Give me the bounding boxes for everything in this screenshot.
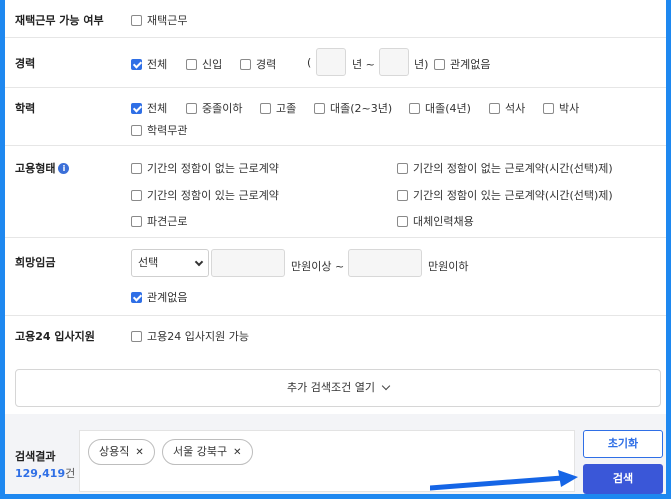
checkbox-checked-icon[interactable]: [131, 291, 142, 303]
employment-option-permanent-parttime[interactable]: 기간의 정함이 없는 근로계약(시간(선택)제): [397, 160, 613, 176]
career-year-from-suffix: 년 ~: [352, 58, 375, 71]
pointer-arrow-icon: [430, 470, 578, 491]
salary-label: 희망임금: [15, 256, 56, 269]
education-option-all[interactable]: 전체: [131, 100, 167, 116]
search-filter-panel: 재택근무 가능 여부 재택근무 경력 전체 신입 경력 ( 년 ~ 년) 관계없…: [5, 0, 666, 494]
employment-option-contract-parttime[interactable]: 기간의 정함이 있는 근로계약(시간(선택)제): [397, 187, 613, 203]
filter-chip[interactable]: 서울 강북구 ✕: [162, 439, 253, 465]
checkbox-icon[interactable]: [131, 162, 142, 174]
salary-select[interactable]: 선택: [131, 249, 209, 277]
checkbox-icon[interactable]: [131, 330, 142, 342]
checkbox-icon[interactable]: [397, 189, 408, 201]
checkbox-icon[interactable]: [131, 14, 142, 26]
career-range-open: (: [307, 56, 312, 69]
salary-max-suffix: 만원이하: [428, 260, 469, 273]
salary-max-input[interactable]: [348, 249, 422, 277]
checkbox-icon[interactable]: [434, 58, 445, 70]
checkbox-icon[interactable]: [314, 102, 325, 114]
remote-row: 재택근무 가능 여부 재택근무: [5, 0, 666, 38]
education-option-college[interactable]: 대졸(2~3년): [314, 100, 392, 116]
support-label: 고용24 입사지원: [15, 330, 95, 343]
career-option-all[interactable]: 전체: [131, 56, 167, 72]
checkbox-icon[interactable]: [543, 102, 554, 114]
checkbox-icon[interactable]: [186, 102, 197, 114]
support-row: 고용24 입사지원 고용24 입사지원 가능: [5, 316, 666, 356]
chevron-down-icon: [381, 381, 391, 391]
more-conditions-button[interactable]: 추가 검색조건 열기: [15, 369, 661, 407]
remote-checkbox[interactable]: 재택근무: [131, 12, 187, 28]
support-checkbox[interactable]: 고용24 입사지원 가능: [131, 328, 249, 344]
career-year-to-suffix: 년): [414, 58, 429, 71]
employment-label: 고용형태 i: [15, 160, 70, 176]
education-option-university[interactable]: 대졸(4년): [409, 100, 471, 116]
checkbox-icon[interactable]: [397, 215, 408, 227]
career-row: 경력 전체 신입 경력 ( 년 ~ 년) 관계없음: [5, 38, 666, 88]
checkbox-icon[interactable]: [131, 215, 142, 227]
education-row: 학력 전체 중졸이하 고졸 대졸(2~3년) 대졸(4년) 석사 박사 학력무관: [5, 88, 666, 146]
checkbox-checked-icon[interactable]: [131, 58, 142, 70]
close-icon[interactable]: ✕: [233, 447, 241, 458]
career-option-experienced[interactable]: 경력: [240, 56, 276, 72]
checkbox-checked-icon[interactable]: [131, 102, 142, 114]
checkbox-icon[interactable]: [397, 162, 408, 174]
education-label: 학력: [15, 102, 36, 115]
checkbox-icon[interactable]: [186, 58, 197, 70]
career-year-from-input[interactable]: [316, 48, 346, 76]
info-icon[interactable]: i: [58, 162, 70, 174]
chevron-down-icon: [194, 257, 204, 267]
reset-button[interactable]: 초기화: [583, 430, 663, 458]
salary-row: 희망임금: [5, 238, 666, 316]
education-option-middle[interactable]: 중졸이하: [186, 100, 242, 116]
salary-min-suffix: 만원이상 ~: [291, 260, 345, 273]
search-button[interactable]: 검색: [583, 464, 663, 494]
salary-min-input[interactable]: [211, 249, 285, 277]
checkbox-icon[interactable]: [489, 102, 500, 114]
salary-irrelevant-checkbox[interactable]: 관계없음: [131, 289, 187, 305]
checkbox-icon[interactable]: [409, 102, 420, 114]
employment-option-permanent[interactable]: 기간의 정함이 없는 근로계약: [131, 160, 279, 176]
checkbox-icon[interactable]: [260, 102, 271, 114]
employment-option-contract[interactable]: 기간의 정함이 있는 근로계약: [131, 187, 279, 203]
education-option-doctor[interactable]: 박사: [543, 100, 579, 116]
education-option-master[interactable]: 석사: [489, 100, 525, 116]
career-option-new[interactable]: 신입: [186, 56, 222, 72]
employment-option-dispatch[interactable]: 파견근로: [131, 213, 187, 229]
result-count: 129,419건: [15, 467, 76, 480]
checkbox-icon[interactable]: [131, 189, 142, 201]
checkbox-icon[interactable]: [131, 124, 142, 136]
education-option-any[interactable]: 학력무관: [131, 122, 187, 138]
career-year-to-input[interactable]: [379, 48, 409, 76]
close-icon[interactable]: ✕: [135, 447, 143, 458]
checkbox-icon[interactable]: [240, 58, 251, 70]
career-irrelevant-checkbox[interactable]: 관계없음: [434, 56, 490, 72]
remote-label: 재택근무 가능 여부: [15, 14, 104, 27]
education-option-high[interactable]: 고졸: [260, 100, 296, 116]
filter-chip[interactable]: 상용직 ✕: [88, 439, 155, 465]
employment-option-substitute[interactable]: 대체인력채용: [397, 213, 474, 229]
employment-row: 고용형태 i 기간의 정함이 없는 근로계약 기간의 정함이 없는 근로계약(시간…: [5, 146, 666, 238]
result-label: 검색결과: [15, 450, 56, 463]
career-label: 경력: [15, 57, 36, 70]
